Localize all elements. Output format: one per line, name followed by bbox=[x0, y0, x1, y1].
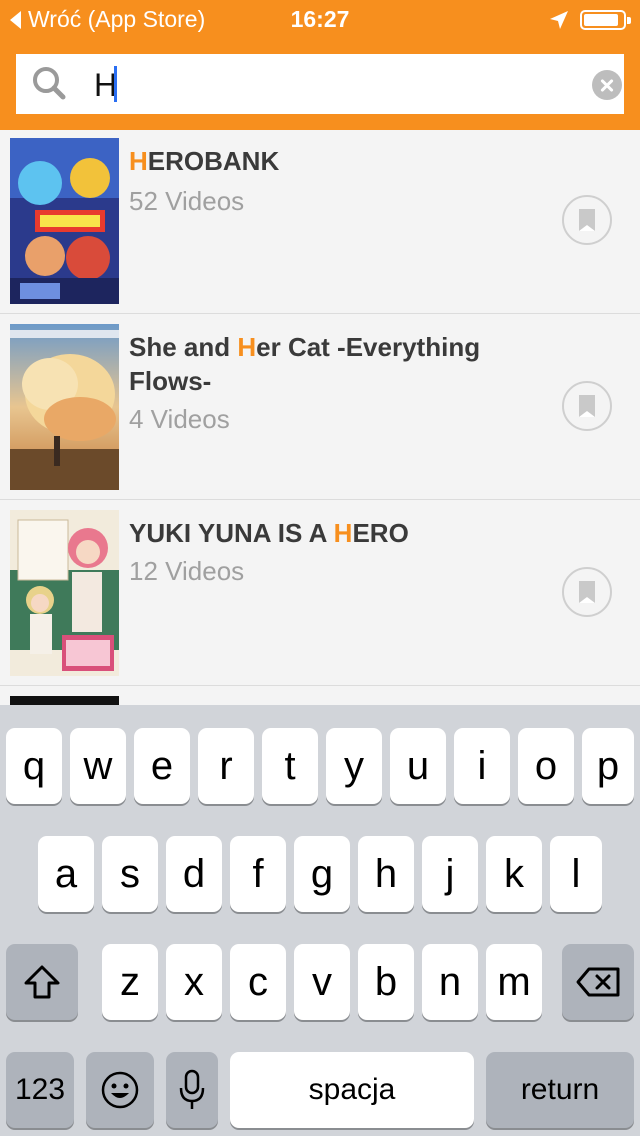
key-i[interactable]: i bbox=[454, 728, 510, 804]
key-r[interactable]: r bbox=[198, 728, 254, 804]
key-w[interactable]: w bbox=[70, 728, 126, 804]
space-key[interactable]: spacja bbox=[230, 1052, 474, 1128]
list-item[interactable]: HEROBANK 52 Videos bbox=[0, 130, 640, 314]
clear-search-icon[interactable] bbox=[592, 70, 622, 100]
key-n[interactable]: n bbox=[422, 944, 478, 1020]
location-arrow-icon bbox=[550, 11, 568, 29]
anime-cover-image bbox=[10, 138, 119, 304]
key-g[interactable]: g bbox=[294, 836, 350, 912]
shift-icon bbox=[24, 965, 60, 999]
bookmark-icon bbox=[579, 581, 595, 603]
emoji-key[interactable] bbox=[86, 1052, 154, 1128]
return-key[interactable]: return bbox=[486, 1052, 634, 1128]
list-item[interactable] bbox=[0, 686, 640, 705]
key-v[interactable]: v bbox=[294, 944, 350, 1020]
result-title: YUKI YUNA IS A HERO bbox=[129, 518, 409, 548]
battery-icon bbox=[580, 10, 631, 30]
video-count: 4 Videos bbox=[129, 404, 230, 434]
text-cursor bbox=[114, 66, 117, 102]
key-o[interactable]: o bbox=[518, 728, 574, 804]
key-u[interactable]: u bbox=[390, 728, 446, 804]
key-y[interactable]: y bbox=[326, 728, 382, 804]
key-h[interactable]: h bbox=[358, 836, 414, 912]
numbers-key[interactable]: 123 bbox=[6, 1052, 74, 1128]
bookmark-icon bbox=[579, 395, 595, 417]
clock: 16:27 bbox=[290, 6, 350, 32]
anime-cover-image bbox=[10, 510, 119, 676]
key-s[interactable]: s bbox=[102, 836, 158, 912]
video-count: 52 Videos bbox=[129, 186, 245, 216]
search-header: H bbox=[0, 40, 640, 130]
bookmark-button[interactable] bbox=[562, 195, 612, 245]
bookmark-icon bbox=[579, 209, 595, 231]
bookmark-button[interactable] bbox=[562, 567, 612, 617]
bookmark-button[interactable] bbox=[562, 381, 612, 431]
emoji-icon bbox=[101, 1071, 139, 1109]
result-title: HEROBANK bbox=[129, 146, 280, 176]
key-k[interactable]: k bbox=[486, 836, 542, 912]
microphone-icon bbox=[179, 1069, 205, 1109]
keyboard: q w e r t y u i o p a s d f g h j k l z … bbox=[0, 705, 640, 1136]
key-a[interactable]: a bbox=[38, 836, 94, 912]
backspace-icon bbox=[576, 967, 620, 997]
video-count: 12 Videos bbox=[129, 556, 245, 586]
key-p[interactable]: p bbox=[582, 728, 634, 804]
results-list: HEROBANK 52 Videos She and Her Cat -Ever… bbox=[0, 130, 640, 705]
key-c[interactable]: c bbox=[230, 944, 286, 1020]
list-item[interactable]: She and Her Cat -Everything Flows- 4 Vid… bbox=[0, 314, 640, 500]
key-e[interactable]: e bbox=[134, 728, 190, 804]
key-z[interactable]: z bbox=[102, 944, 158, 1020]
status-bar: Wróć (App Store) 16:27 bbox=[0, 0, 640, 40]
list-item[interactable]: YUKI YUNA IS A HERO 12 Videos bbox=[0, 500, 640, 686]
key-m[interactable]: m bbox=[486, 944, 542, 1020]
search-input[interactable]: H bbox=[16, 54, 624, 114]
key-l[interactable]: l bbox=[550, 836, 602, 912]
dictation-key[interactable] bbox=[166, 1052, 218, 1128]
anime-cover-image bbox=[10, 324, 119, 490]
key-x[interactable]: x bbox=[166, 944, 222, 1020]
shift-key[interactable] bbox=[6, 944, 78, 1020]
key-b[interactable]: b bbox=[358, 944, 414, 1020]
anime-cover-image bbox=[10, 696, 119, 705]
search-icon bbox=[33, 67, 66, 100]
key-j[interactable]: j bbox=[422, 836, 478, 912]
key-q[interactable]: q bbox=[6, 728, 62, 804]
result-title: She and Her Cat -Everything Flows- bbox=[129, 332, 481, 396]
key-f[interactable]: f bbox=[230, 836, 286, 912]
key-d[interactable]: d bbox=[166, 836, 222, 912]
delete-key[interactable] bbox=[562, 944, 634, 1020]
key-t[interactable]: t bbox=[262, 728, 318, 804]
